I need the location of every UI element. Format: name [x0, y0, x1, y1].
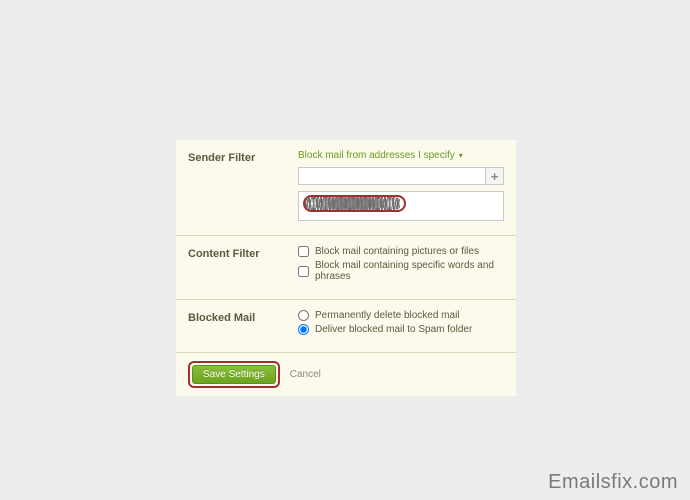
- block-words-checkbox[interactable]: [298, 266, 309, 277]
- blocked-address-list[interactable]: [298, 191, 504, 221]
- cancel-link[interactable]: Cancel: [290, 369, 321, 380]
- save-button-highlight: Save Settings: [188, 361, 280, 388]
- add-address-button[interactable]: +: [485, 168, 503, 184]
- footer: Save Settings Cancel: [176, 353, 516, 396]
- sender-filter-mode-dropdown[interactable]: Block mail from addresses I specify ▾: [298, 150, 463, 161]
- block-pictures-checkbox[interactable]: [298, 246, 309, 257]
- blocked-address-redacted: [305, 197, 401, 210]
- block-words-label: Block mail containing specific words and…: [315, 260, 504, 282]
- content-filter-label: Content Filter: [188, 246, 298, 285]
- blocked-mail-label: Blocked Mail: [188, 310, 298, 338]
- watermark: Emailsfix.com: [548, 471, 678, 494]
- blocked-mail-section: Blocked Mail Permanently delete blocked …: [176, 300, 516, 353]
- address-input[interactable]: [299, 168, 485, 184]
- spam-folder-label: Deliver blocked mail to Spam folder: [315, 324, 472, 335]
- block-pictures-label: Block mail containing pictures or files: [315, 246, 479, 257]
- delete-blocked-radio[interactable]: [298, 310, 309, 321]
- save-settings-button[interactable]: Save Settings: [192, 365, 276, 384]
- spam-folder-radio[interactable]: [298, 324, 309, 335]
- sender-filter-mode-text: Block mail from addresses I specify: [298, 150, 455, 161]
- blocked-address-item-highlight: [303, 195, 406, 212]
- sender-filter-section: Sender Filter Block mail from addresses …: [176, 140, 516, 236]
- content-filter-section: Content Filter Block mail containing pic…: [176, 236, 516, 300]
- settings-panel: Sender Filter Block mail from addresses …: [176, 140, 516, 396]
- sender-filter-label: Sender Filter: [188, 150, 298, 221]
- chevron-down-icon: ▾: [459, 151, 463, 160]
- delete-blocked-label: Permanently delete blocked mail: [315, 310, 460, 321]
- address-input-row: +: [298, 167, 504, 185]
